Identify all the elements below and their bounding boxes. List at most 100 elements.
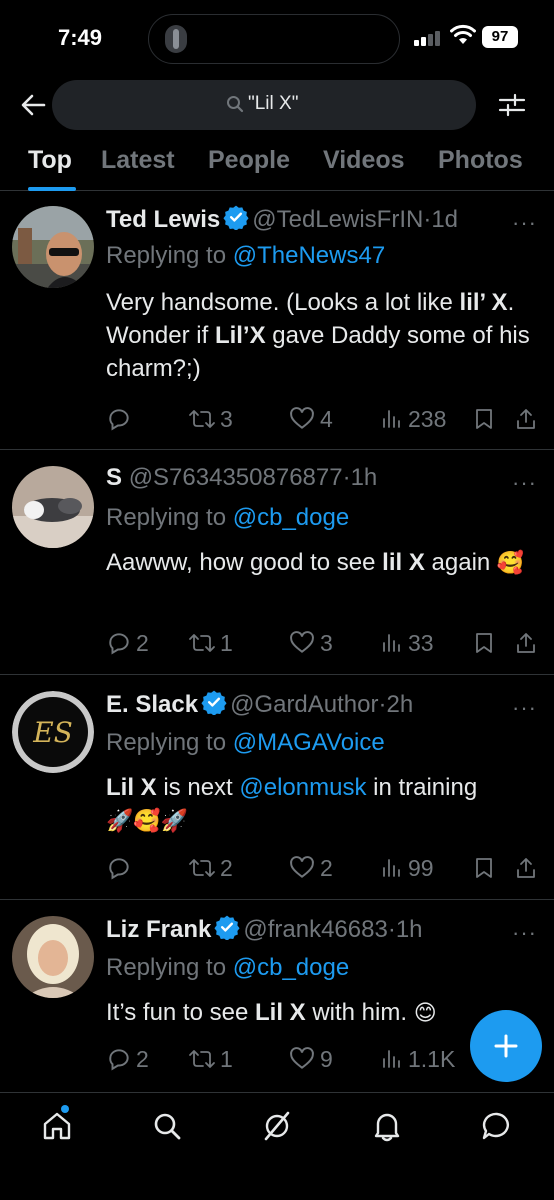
svg-text:ES: ES <box>32 716 73 749</box>
notifications-icon[interactable] <box>370 1109 404 1143</box>
share-icon <box>517 858 535 878</box>
reply-icon <box>109 1049 129 1071</box>
reply-icon <box>109 858 129 880</box>
more-options-icon[interactable]: ··· <box>512 695 537 721</box>
repost-button[interactable]: 1 <box>188 1044 233 1074</box>
tab-latest[interactable]: Latest <box>101 146 175 175</box>
tweet-header: Ted Lewis @TedLewisFrIN·1d <box>106 205 459 233</box>
views-button[interactable]: 33 <box>380 628 434 658</box>
display-name[interactable]: Ted Lewis <box>106 206 220 233</box>
tweet-header: Liz Frank @frank46683·1h <box>106 915 423 943</box>
grok-icon[interactable] <box>260 1109 294 1143</box>
repost-button[interactable]: 1 <box>188 628 233 658</box>
reply-icon <box>109 633 129 655</box>
tweet[interactable]: Liz Frank @frank46683·1h ··· Replying to … <box>0 900 554 1092</box>
like-button[interactable]: 9 <box>288 1044 333 1074</box>
more-options-icon[interactable]: ··· <box>512 210 537 236</box>
search-input[interactable]: "Lil X" <box>52 80 476 130</box>
back-arrow-icon[interactable] <box>18 90 48 120</box>
tweet-text: Lil X is next @elonmusk in training 🚀🥰🚀 <box>106 774 478 833</box>
replying-to: Replying to @TheNews47 <box>106 242 386 269</box>
replying-to: Replying to @cb_doge <box>106 504 350 531</box>
views-button[interactable]: 238 <box>380 404 446 434</box>
messages-icon[interactable] <box>480 1109 514 1143</box>
tweet-text: Very handsome. (Looks a lot like lil’ X.… <box>106 289 530 382</box>
handle[interactable]: @GardAuthor <box>230 691 378 718</box>
reply-button[interactable] <box>106 404 136 434</box>
verified-badge-icon <box>223 205 249 230</box>
repost-button[interactable]: 3 <box>188 404 233 434</box>
body-mention[interactable]: @elonmusk <box>239 774 366 801</box>
emoji: 🥰 <box>496 550 525 575</box>
search-tabs: Top Latest People Videos Photos <box>0 140 554 191</box>
avatar[interactable] <box>12 206 94 288</box>
handle[interactable]: @frank46683 <box>243 916 387 943</box>
reply-mention[interactable]: @TheNews47 <box>233 242 385 269</box>
home-notification-dot <box>61 1105 69 1113</box>
tab-top[interactable]: Top <box>28 146 72 175</box>
repost-icon <box>189 859 215 877</box>
flashlight-icon <box>165 25 187 53</box>
bookmark-button[interactable] <box>472 404 496 434</box>
bottom-navigation <box>0 1092 554 1200</box>
dynamic-island <box>148 14 400 64</box>
reply-mention[interactable]: @MAGAVoice <box>233 729 385 756</box>
more-options-icon[interactable]: ··· <box>512 920 537 946</box>
views-button[interactable]: 1.1K <box>380 1044 455 1074</box>
verified-badge-icon <box>214 915 240 940</box>
bookmark-icon <box>476 858 492 878</box>
avatar[interactable] <box>12 916 94 998</box>
search-icon[interactable] <box>150 1109 184 1143</box>
like-button[interactable]: 3 <box>288 628 333 658</box>
avatar[interactable]: ES <box>12 691 94 773</box>
bookmark-icon <box>476 409 492 429</box>
battery-indicator: 97 <box>482 26 518 48</box>
display-name[interactable]: Liz Frank <box>106 916 211 943</box>
share-button[interactable] <box>514 853 538 883</box>
display-name[interactable]: S <box>106 464 122 491</box>
reply-button[interactable]: 2 <box>106 1044 149 1074</box>
views-chart-icon <box>383 1050 400 1068</box>
reply-button[interactable]: 2 <box>106 628 149 658</box>
timestamp: 1d <box>431 206 459 233</box>
handle[interactable]: @S7634350876877 <box>129 464 343 491</box>
tweet-text: Aawww, how good to see lil X again 🥰 <box>106 549 525 576</box>
reply-mention[interactable]: @cb_doge <box>233 954 349 981</box>
search-icon <box>227 96 244 113</box>
home-icon[interactable] <box>40 1109 74 1143</box>
replying-to: Replying to @MAGAVoice <box>106 729 385 756</box>
search-settings-icon[interactable] <box>496 90 528 120</box>
heart-icon <box>290 631 314 653</box>
emoji: 🚀🥰🚀 <box>106 808 189 833</box>
tweet[interactable]: Ted Lewis @TedLewisFrIN·1d ··· Replying t… <box>0 192 554 450</box>
like-button[interactable]: 2 <box>288 853 333 883</box>
handle[interactable]: @TedLewisFrIN <box>252 206 423 233</box>
bookmark-button[interactable] <box>472 628 496 658</box>
compose-post-button[interactable] <box>470 1010 542 1082</box>
more-options-icon[interactable]: ··· <box>512 470 537 496</box>
share-button[interactable] <box>514 404 538 434</box>
emoji: 😊 <box>413 1000 437 1025</box>
repost-button[interactable]: 2 <box>188 853 233 883</box>
replying-to: Replying to @cb_doge <box>106 954 350 981</box>
tweet[interactable]: ES E. Slack @GardAuthor·2h ··· Replying t… <box>0 675 554 900</box>
tweet[interactable]: S @S7634350876877·1h ··· Replying to @cb… <box>0 450 554 675</box>
avatar[interactable] <box>12 466 94 548</box>
verified-badge-icon <box>201 690 227 715</box>
bookmark-button[interactable] <box>472 853 496 883</box>
heart-icon <box>290 407 314 429</box>
display-name[interactable]: E. Slack <box>106 691 198 718</box>
tab-videos[interactable]: Videos <box>323 146 405 175</box>
reply-button[interactable] <box>106 853 136 883</box>
views-button[interactable]: 99 <box>380 853 434 883</box>
tab-people[interactable]: People <box>208 146 290 175</box>
views-chart-icon <box>383 859 400 877</box>
like-button[interactable]: 4 <box>288 404 333 434</box>
share-button[interactable] <box>514 628 538 658</box>
timestamp: 1h <box>395 916 423 943</box>
reply-mention[interactable]: @cb_doge <box>233 504 349 531</box>
active-tab-indicator <box>28 187 76 191</box>
tab-photos[interactable]: Photos <box>438 146 523 175</box>
tweet-actions: 3 4 238 <box>106 404 546 434</box>
repost-icon <box>189 410 215 428</box>
